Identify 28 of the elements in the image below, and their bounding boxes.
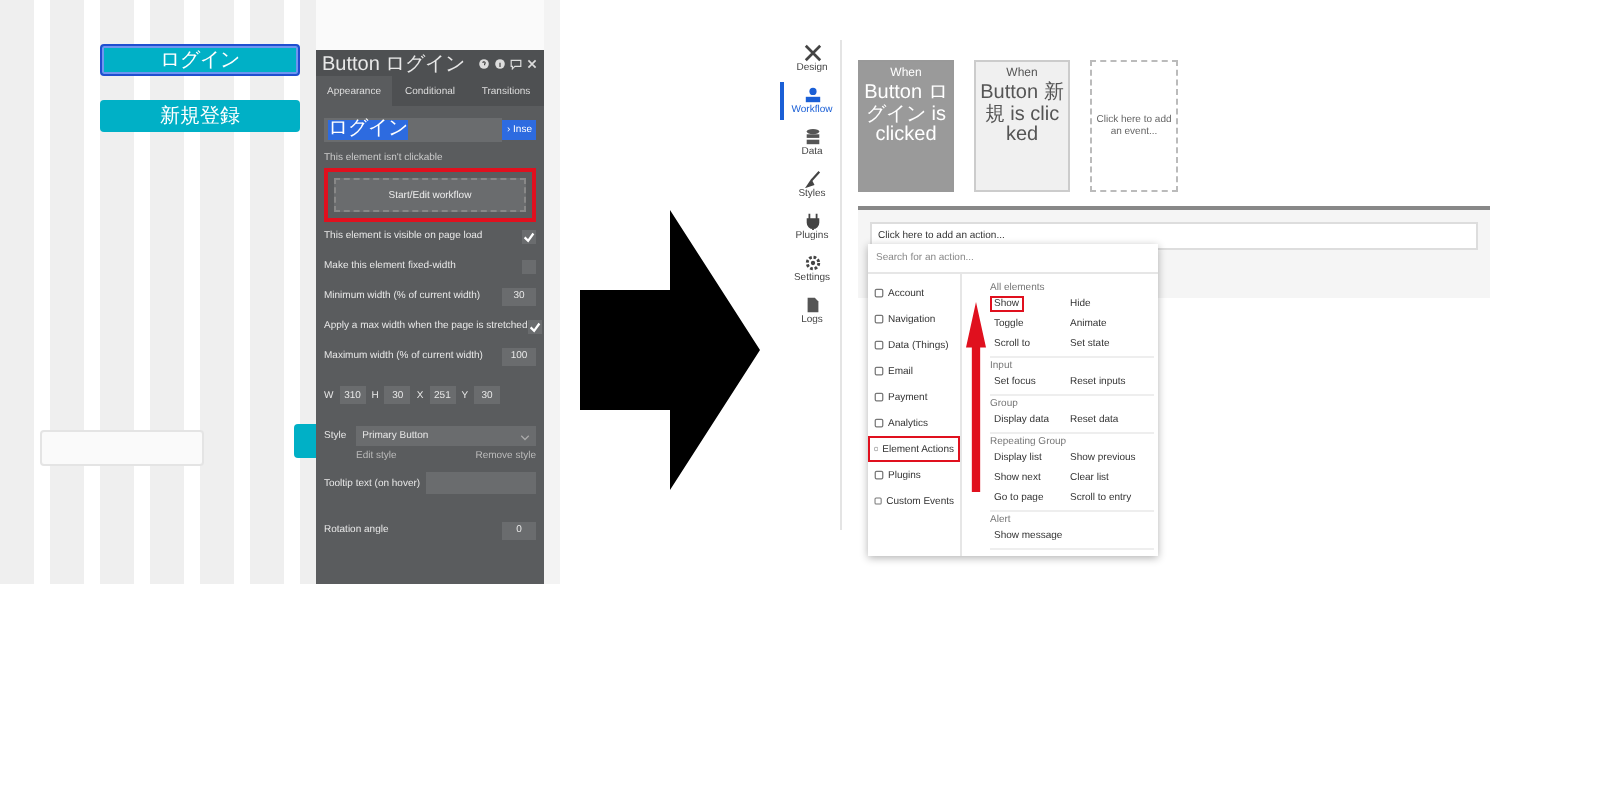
checkbox[interactable] (522, 229, 536, 243)
person-icon (803, 86, 821, 104)
right-arrow-icon (580, 210, 760, 490)
checkbox[interactable] (527, 319, 542, 333)
square-icon (874, 314, 884, 324)
panel-title: Button ログイン (322, 51, 468, 77)
brush-icon (803, 170, 821, 188)
gear-icon (803, 254, 821, 272)
square-icon (874, 496, 883, 506)
comment-icon[interactable] (510, 57, 522, 69)
tools-icon (803, 44, 821, 62)
database-icon (803, 128, 821, 146)
canvas-element (294, 424, 316, 458)
close-icon[interactable] (526, 57, 538, 69)
text-field[interactable]: ログイン (324, 118, 503, 142)
square-icon (874, 340, 884, 350)
square-icon (874, 470, 884, 480)
square-icon (874, 392, 884, 402)
info-icon[interactable] (494, 57, 506, 69)
caret-icon (520, 431, 530, 441)
square-icon (874, 288, 884, 298)
square-icon (874, 418, 884, 428)
up-arrow-icon (966, 302, 986, 492)
plug-icon (803, 212, 821, 230)
help-icon[interactable] (478, 57, 490, 69)
document-icon (803, 296, 821, 314)
square-icon (874, 366, 884, 376)
input-field[interactable] (40, 430, 204, 466)
